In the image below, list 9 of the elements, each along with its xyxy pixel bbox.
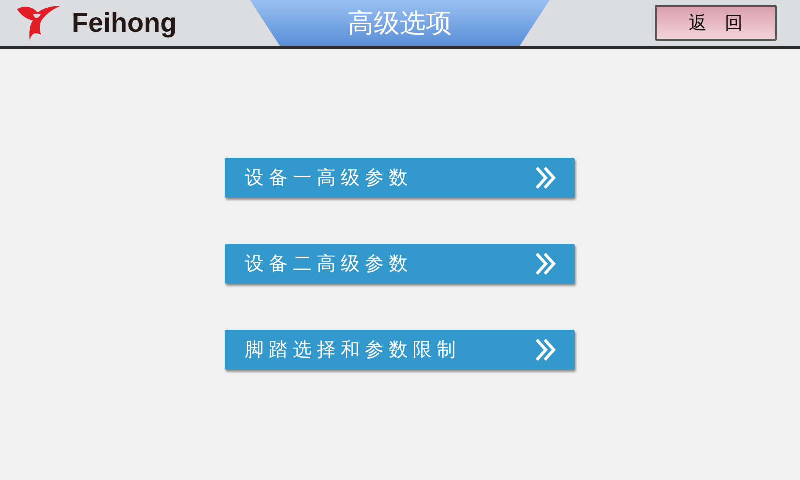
back-button[interactable]: 返 回 <box>655 5 777 41</box>
menu-button[interactable]: 脚踏选择和参数限制 <box>225 330 575 370</box>
menu-button[interactable]: 设备一高级参数 <box>225 158 575 198</box>
page-title: 高级选项 <box>348 8 452 40</box>
logo-text: Feihong <box>72 8 177 38</box>
menu-button[interactable]: 设备二高级参数 <box>225 244 575 284</box>
double-chevron-icon <box>535 252 557 276</box>
double-chevron-icon <box>535 166 557 190</box>
double-chevron-icon <box>535 338 557 362</box>
